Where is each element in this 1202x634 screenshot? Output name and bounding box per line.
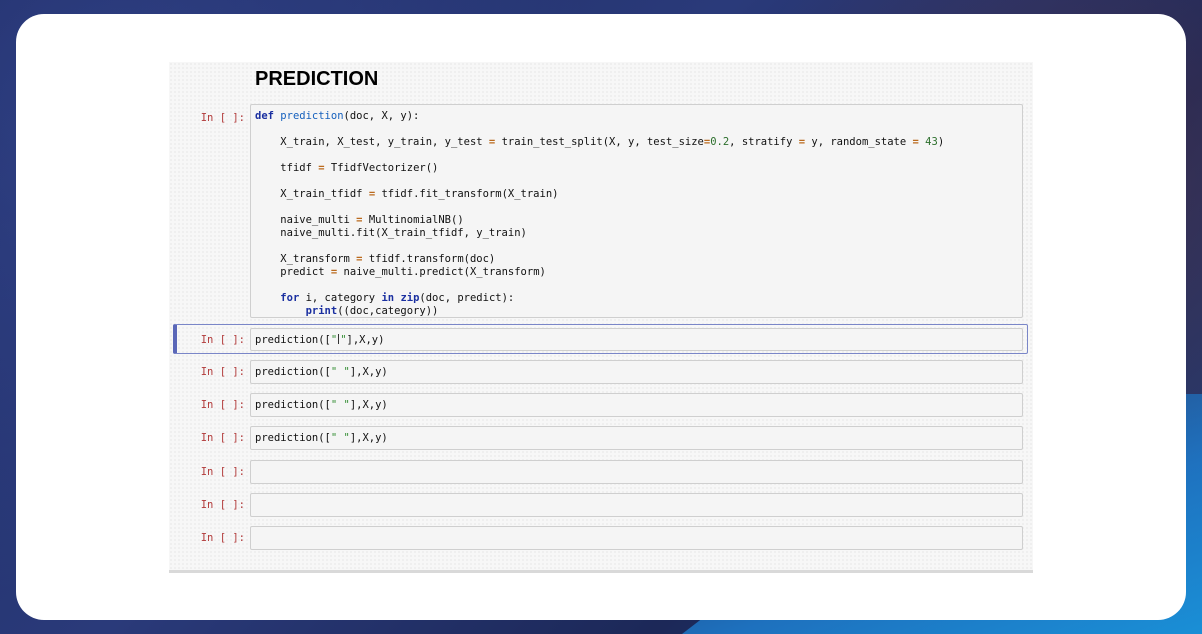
code-token: (doc, predict): <box>419 292 515 304</box>
code-cell-call-selected[interactable]: In [ ]: prediction([" "],X,y) <box>169 324 1033 354</box>
code-token: TfidfVectorizer() <box>330 162 439 174</box>
cell-input[interactable] <box>250 526 1023 550</box>
notebook: PREDICTION In [ ]: def prediction(doc, X… <box>169 62 1033 573</box>
code-cell-call[interactable]: In [ ]: prediction([" "],X,y) <box>169 360 1033 384</box>
code-token: naive_multi.predict(X_transform) <box>343 266 546 278</box>
cell-prompt: In [ ]: <box>200 366 245 378</box>
keyword: for <box>280 292 300 304</box>
string-literal: " " <box>330 334 347 346</box>
code-token: prediction([ <box>255 399 331 411</box>
code-token: MultinomialNB() <box>368 214 464 226</box>
keyword: in <box>381 292 395 304</box>
section-heading: PREDICTION <box>255 68 379 90</box>
code-token: X_transform <box>280 253 350 265</box>
operator: = <box>318 162 325 174</box>
code-token: X_train_tfidf <box>280 188 363 200</box>
cell-prompt: In [ ]: <box>200 499 245 511</box>
code-token: naive_multi.fit(X_train_tfidf, y_train) <box>280 227 527 239</box>
code-cell-empty[interactable]: In [ ]: <box>169 526 1033 550</box>
code-cell-empty[interactable]: In [ ]: <box>169 493 1033 517</box>
code-token: tfidf <box>280 162 312 174</box>
code-cell-def[interactable]: In [ ]: def prediction(doc, X, y): X_tra… <box>169 104 1033 318</box>
code-token: ],X,y) <box>349 366 388 378</box>
code-token: tfidf.fit_transform(X_train) <box>381 188 559 200</box>
code-token: tfidf.transform(doc) <box>368 253 496 265</box>
cell-input[interactable] <box>250 460 1023 484</box>
code-token: prediction([ <box>255 366 331 378</box>
code-token: ((doc,category)) <box>337 305 439 317</box>
cell-input[interactable]: prediction([" "],X,y) <box>250 393 1023 417</box>
code-cell-call[interactable]: In [ ]: prediction([" "],X,y) <box>169 393 1033 417</box>
number: 43 <box>925 136 938 148</box>
keyword: def <box>255 110 274 122</box>
code-cell-call[interactable]: In [ ]: prediction([" "],X,y) <box>169 426 1033 450</box>
code-token: prediction([ <box>255 334 331 346</box>
cell-prompt: In [ ]: <box>200 334 245 346</box>
code-token: train_test_split(X, y, test_size <box>501 136 704 148</box>
code-token: predict <box>280 266 325 278</box>
code-cell-empty[interactable]: In [ ]: <box>169 460 1033 484</box>
operator: = <box>912 136 919 148</box>
code-token: (doc, X, y): <box>343 110 420 122</box>
cell-prompt: In [ ]: <box>200 112 245 124</box>
string-literal: " " <box>330 399 350 411</box>
cell-input[interactable] <box>250 493 1023 517</box>
code-token: prediction([ <box>255 432 331 444</box>
code-text: def prediction(doc, X, y): X_train, X_te… <box>255 110 945 317</box>
operator: = <box>330 266 338 278</box>
code-token: , stratify <box>729 136 799 148</box>
code-token: ],X,y) <box>349 399 388 411</box>
function-name: prediction <box>280 110 344 122</box>
code-token: ],X,y) <box>346 334 385 346</box>
code-text: prediction([" "],X,y) <box>251 427 1022 450</box>
cell-prompt: In [ ]: <box>200 466 245 478</box>
code-text: prediction([" "],X,y) <box>251 394 1022 417</box>
code-text: prediction([" "],X,y) <box>251 361 1022 384</box>
cell-prompt: In [ ]: <box>200 399 245 411</box>
keyword: print <box>305 305 338 317</box>
operator: = <box>356 253 363 265</box>
cell-prompt: In [ ]: <box>200 532 245 544</box>
cell-input[interactable]: def prediction(doc, X, y): X_train, X_te… <box>250 104 1023 318</box>
number: 0.2 <box>710 136 730 148</box>
string-literal: " " <box>330 366 350 378</box>
cell-input[interactable]: prediction([" "],X,y) <box>250 360 1023 384</box>
keyword: zip <box>400 292 420 304</box>
text-cursor <box>338 334 340 344</box>
code-token: y, random_state <box>805 136 913 148</box>
cell-prompt: In [ ]: <box>200 432 245 444</box>
code-token: i, category <box>299 292 382 304</box>
code-token: X_train, X_test, y_train, y_test <box>280 136 483 148</box>
cell-input[interactable]: prediction([" "],X,y) <box>250 328 1023 351</box>
operator: = <box>368 188 376 200</box>
code-text: prediction([" "],X,y) <box>251 329 1022 352</box>
cell-input[interactable]: prediction([" "],X,y) <box>250 426 1023 450</box>
code-token: naive_multi <box>280 214 350 226</box>
code-token: ],X,y) <box>349 432 388 444</box>
string-literal: " " <box>330 432 350 444</box>
operator: = <box>356 214 363 226</box>
operator: = <box>488 136 496 148</box>
